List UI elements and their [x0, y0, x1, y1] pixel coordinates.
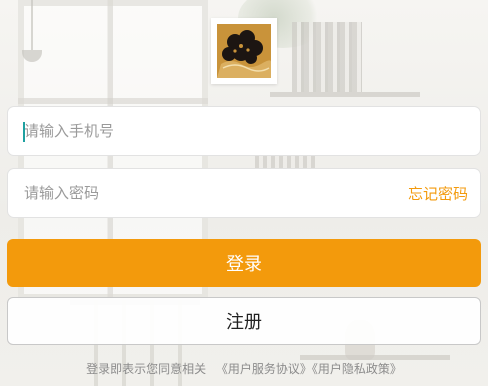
agreement-prefix: 登录即表示您同意相关 — [86, 362, 207, 376]
privacy-policy-link[interactable]: 《用户隐私政策》 — [312, 362, 402, 376]
password-input[interactable] — [8, 169, 408, 217]
phone-field-container — [7, 106, 481, 156]
forgot-password-link[interactable]: 忘记密码 — [408, 183, 480, 204]
text-cursor — [23, 122, 25, 142]
user-service-agreement-link[interactable]: 《用户服务协议》 — [216, 362, 312, 376]
phone-input[interactable] — [8, 107, 480, 155]
login-button[interactable]: 登录 — [7, 239, 481, 287]
login-screen: 忘记密码 登录 注册 登录即表示您同意相关 《用户服务协议》《用户隐私政策》 — [0, 0, 488, 386]
flower-emblem-icon — [217, 24, 271, 78]
register-button[interactable]: 注册 — [7, 297, 481, 345]
password-field-container: 忘记密码 — [7, 168, 481, 218]
agreement-notice: 登录即表示您同意相关 《用户服务协议》《用户隐私政策》 — [0, 360, 488, 377]
app-logo — [211, 18, 277, 84]
